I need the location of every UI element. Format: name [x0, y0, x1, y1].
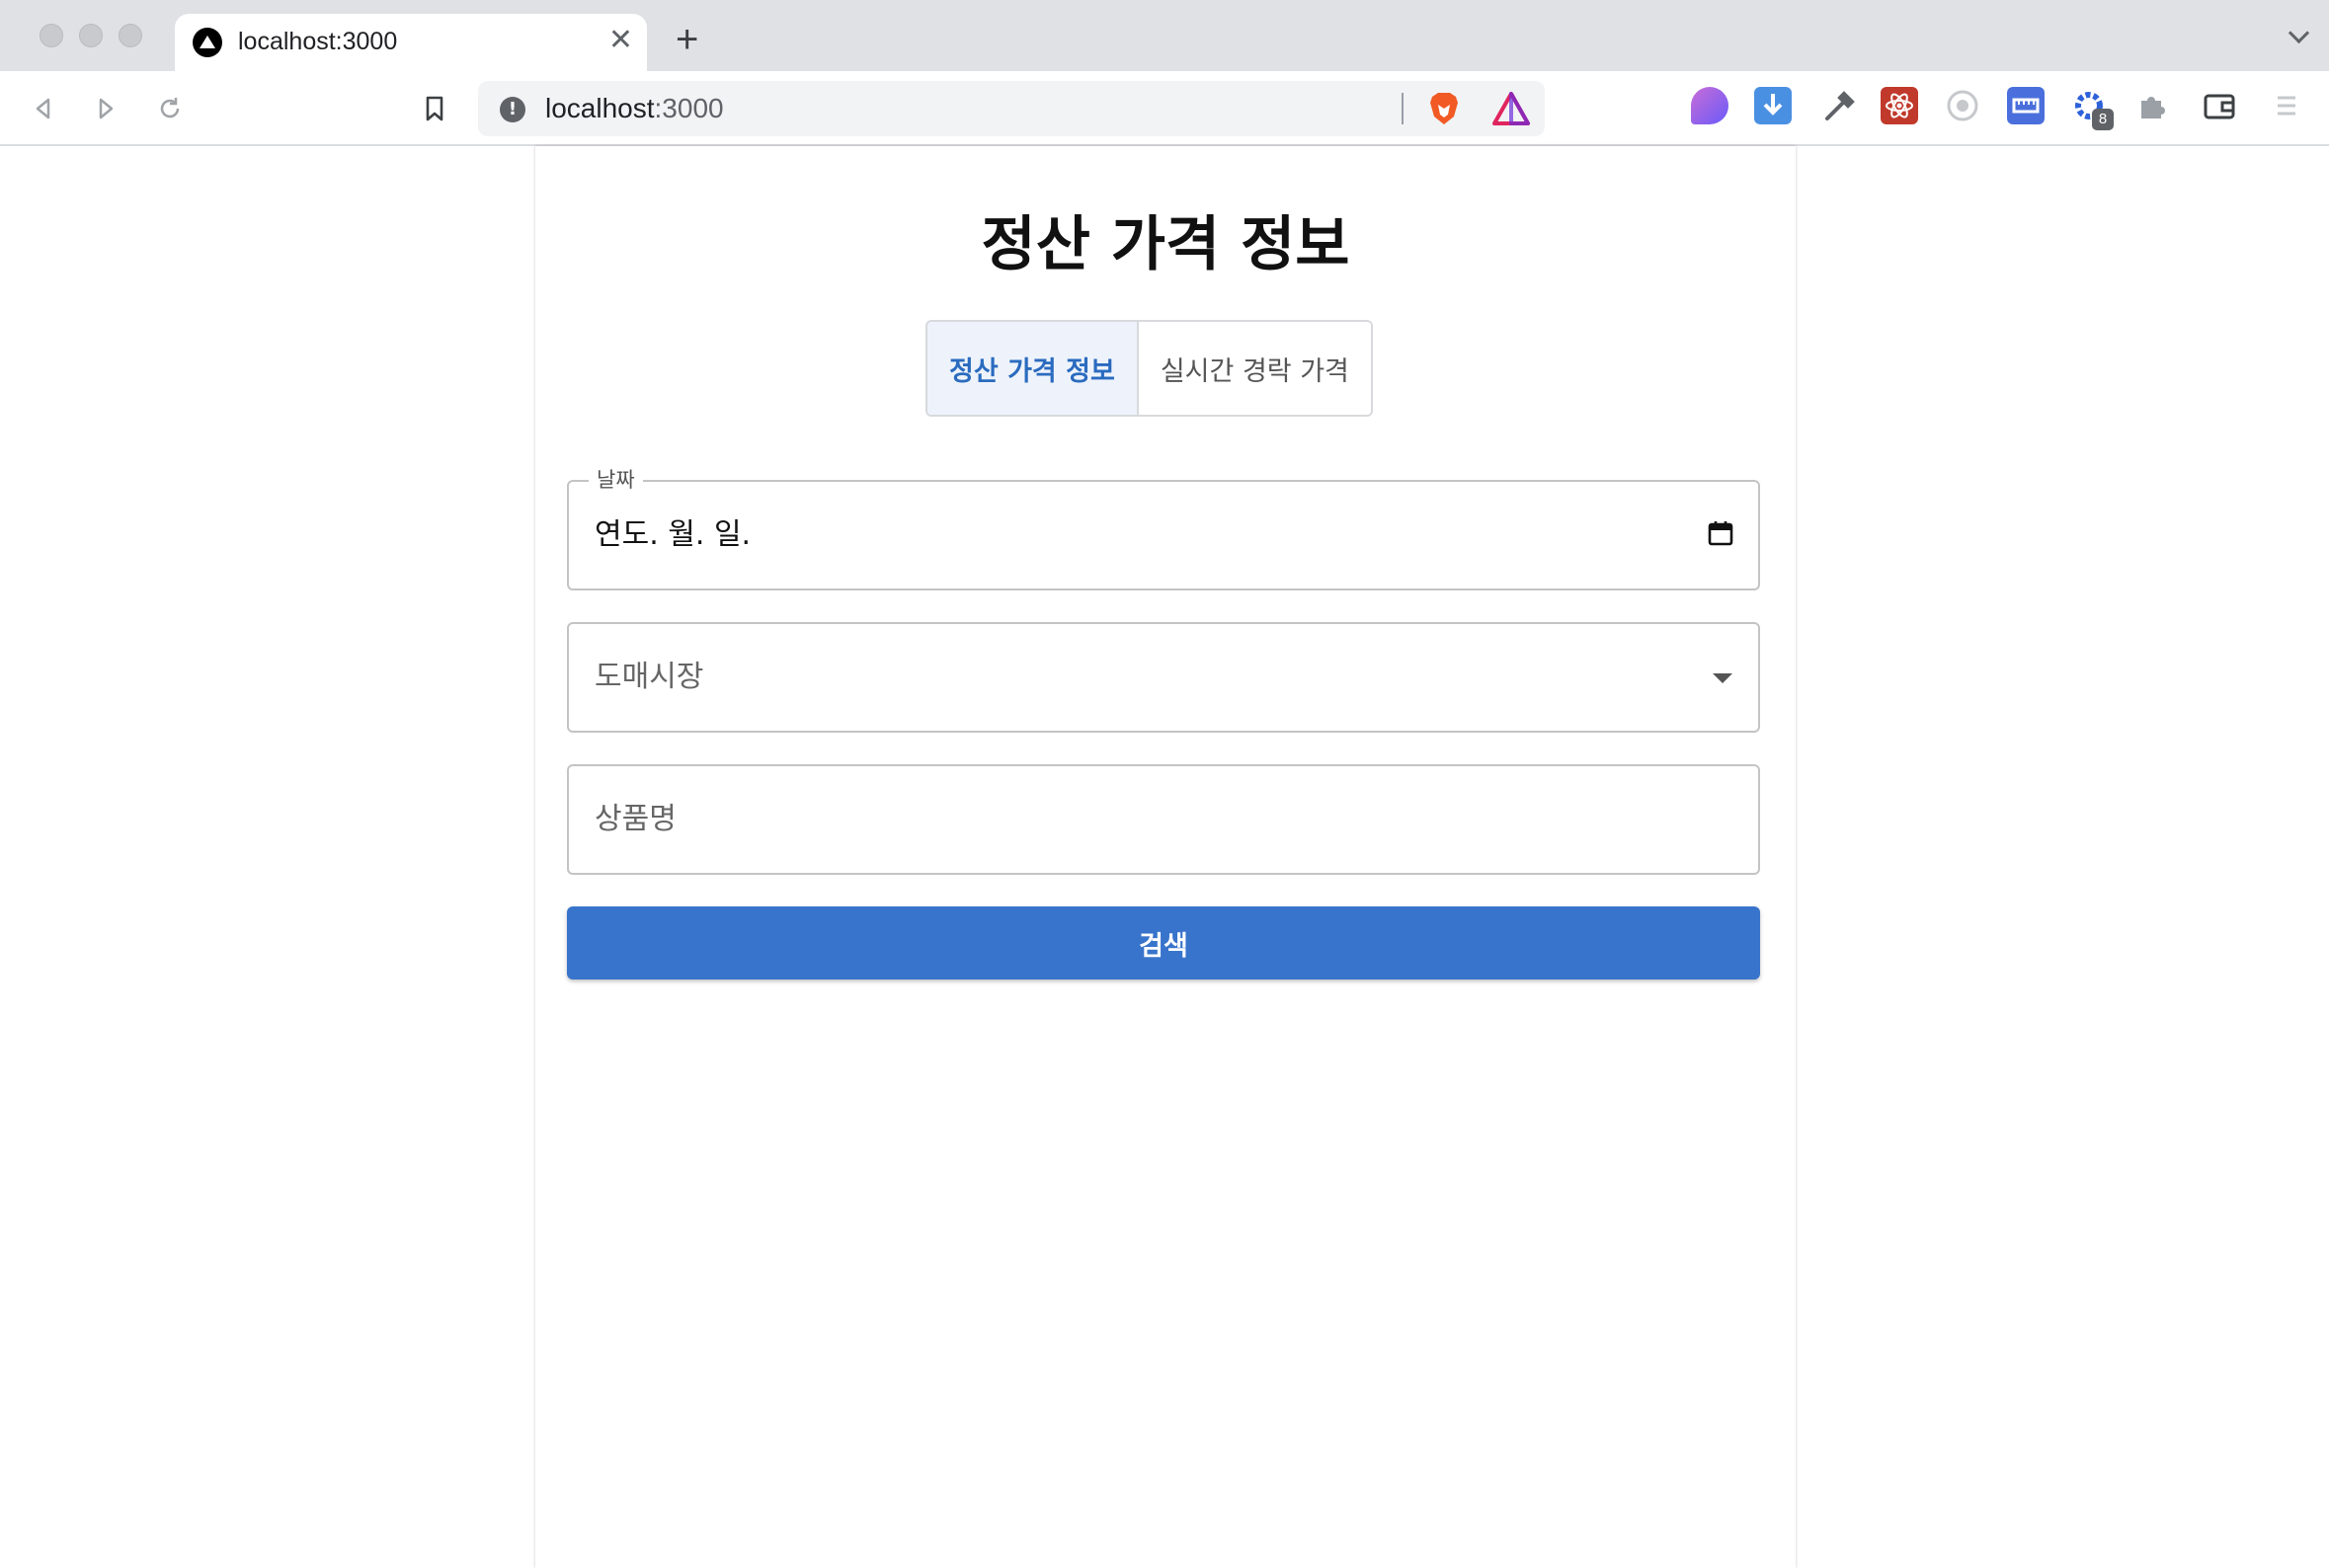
nextjs-favicon-icon	[193, 28, 222, 57]
date-field[interactable]: 날짜 연도. 월. 일.	[567, 466, 1760, 590]
url-separator	[1402, 93, 1404, 124]
window-minimize-button[interactable]	[79, 24, 103, 47]
url-text[interactable]: localhost:3000	[545, 93, 724, 124]
site-info-icon[interactable]: !	[500, 97, 525, 122]
record-extension-icon[interactable]	[1944, 87, 1981, 124]
puzzle-icon	[2141, 97, 2165, 118]
browser-tab-active[interactable]: localhost:3000 ✕	[175, 14, 647, 71]
target-icon	[1947, 90, 1978, 121]
tab-close-icon[interactable]: ✕	[608, 24, 633, 57]
toggle-realtime-auction-price[interactable]: 실시간 경락 가격	[1136, 322, 1371, 415]
brave-shields-icon[interactable]	[1426, 91, 1462, 126]
window-zoom-button[interactable]	[119, 24, 142, 47]
back-button[interactable]	[24, 89, 63, 128]
back-arrow-icon	[36, 98, 50, 119]
hamburger-menu-icon	[2278, 96, 2295, 116]
page-title: 정산 가격 정보	[981, 210, 1350, 279]
url-port: :3000	[654, 93, 724, 123]
date-field-value[interactable]: 연도. 월. 일.	[595, 515, 751, 555]
product-name-placeholder: 상품명	[595, 802, 677, 836]
react-devtools-extension-icon[interactable]	[1881, 87, 1918, 124]
wallet-button[interactable]	[2201, 87, 2238, 124]
ruler-icon	[2012, 98, 2040, 114]
web-page: 정산 가격 정보 정산 가격 정보 실시간 경락 가격 날짜 연도. 월. 일.…	[0, 146, 2329, 1568]
bookmark-button[interactable]	[415, 89, 454, 128]
tab-search-chevron-icon[interactable]	[2289, 26, 2309, 45]
download-arrow-icon	[1763, 94, 1783, 116]
bookmark-icon	[426, 96, 443, 121]
download-extension-icon[interactable]	[1754, 87, 1792, 124]
caret-down-icon[interactable]	[1713, 673, 1732, 683]
wholesale-market-select[interactable]: 도매시장	[567, 622, 1760, 733]
brave-rewards-icon[interactable]	[1491, 91, 1531, 126]
extension-count-badge: 8	[2092, 109, 2114, 130]
tab-title: localhost:3000	[238, 28, 398, 55]
extensions-menu-button[interactable]	[2133, 87, 2171, 124]
date-field-label: 날짜	[589, 466, 643, 494]
calendar-icon[interactable]	[1707, 519, 1734, 547]
forward-button[interactable]	[86, 89, 125, 128]
browser-titlebar: localhost:3000 ✕ +	[0, 0, 2329, 71]
window-close-button[interactable]	[40, 24, 63, 47]
browser-toolbar: ! localhost:3000 8	[0, 71, 2329, 146]
content-container: 정산 가격 정보 정산 가격 정보 실시간 경락 가격 날짜 연도. 월. 일.…	[535, 146, 1796, 1568]
ruler-extension-icon[interactable]	[2007, 87, 2045, 124]
forward-arrow-icon	[99, 98, 114, 119]
eyedropper-extension-icon[interactable]	[1819, 87, 1857, 124]
toggle-settlement-price[interactable]: 정산 가격 정보	[927, 322, 1137, 415]
wholesale-market-placeholder: 도매시장	[595, 660, 704, 694]
new-tab-button[interactable]: +	[676, 20, 698, 59]
settings-extension-icon[interactable]: 8	[2070, 87, 2114, 130]
browser-menu-button[interactable]	[2268, 87, 2305, 124]
address-bar[interactable]: ! localhost:3000	[478, 81, 1545, 136]
view-toggle-group: 정산 가격 정보 실시간 경락 가격	[925, 320, 1373, 417]
wallet-icon	[2204, 94, 2235, 119]
reload-button[interactable]	[150, 89, 190, 128]
product-name-input[interactable]: 상품명	[567, 764, 1760, 875]
reload-icon	[160, 98, 180, 118]
url-host: localhost	[545, 93, 655, 123]
atom-icon	[1886, 93, 1913, 118]
eyedropper-icon	[1825, 91, 1855, 120]
extension-1-icon[interactable]	[1691, 87, 1728, 124]
search-button[interactable]: 검색	[567, 906, 1760, 980]
